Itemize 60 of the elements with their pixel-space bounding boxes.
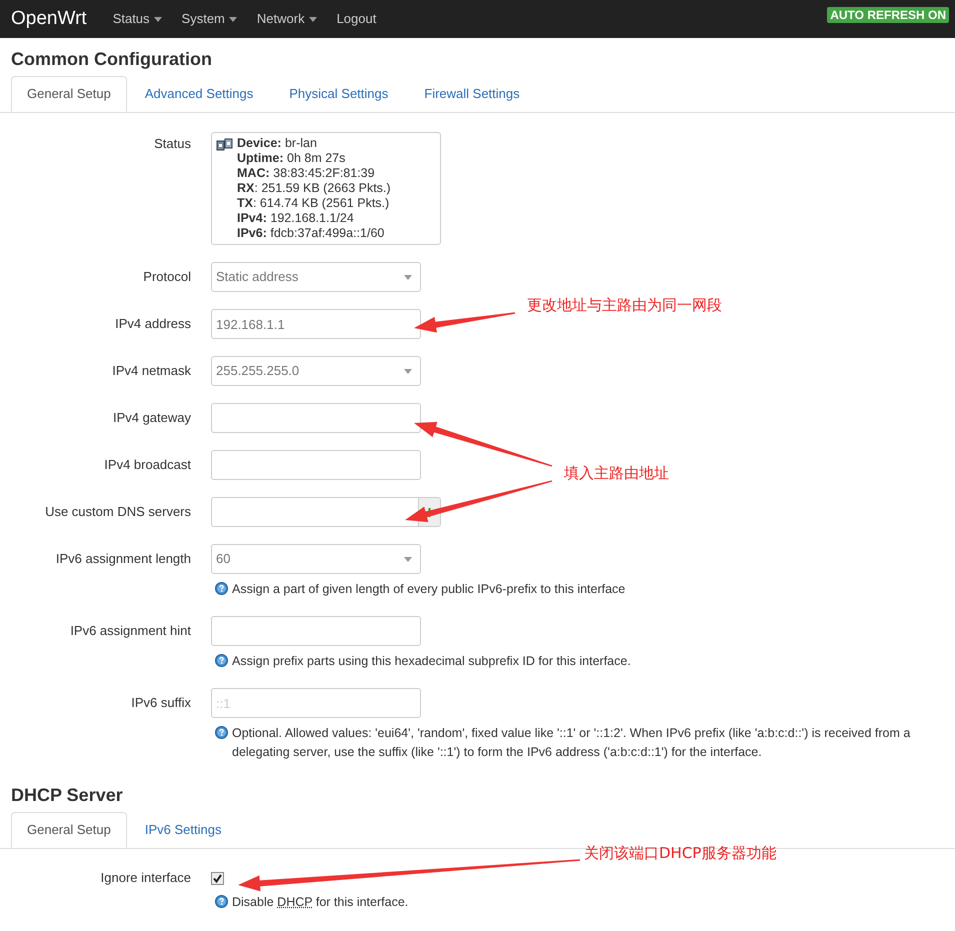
- section-title: Common Configuration: [10, 48, 213, 71]
- caret-icon: [154, 16, 162, 22]
- help-text: Disable DHCP for this interface.: [232, 894, 408, 911]
- field-label: Use custom DNS servers: [45, 503, 191, 521]
- help-text: Assign a part of given length of every public IPv6-prefix to this interface: [232, 581, 626, 598]
- status-line: RX: 251.59 KB (2663 Pkts.): [237, 181, 391, 196]
- nav-menu-item[interactable]: Logout: [326, 9, 386, 29]
- caret-icon: [308, 16, 317, 22]
- status-line: Device: br-lan: [237, 136, 318, 151]
- status-line: MAC: 38:83:45:2F:81:39: [237, 166, 376, 181]
- status-line: TX: 614.74 KB (2561 Pkts.): [237, 196, 390, 211]
- caret-icon: [404, 556, 412, 562]
- section-title: DHCP Server: [10, 784, 124, 807]
- input-field[interactable]: 192.168.1.1: [211, 309, 421, 339]
- field-label: IPv6 suffix: [131, 694, 191, 712]
- network-ports-icon: [216, 138, 234, 152]
- help-icon: [215, 654, 228, 667]
- auto-refresh-badge[interactable]: AUTO REFRESH ON: [827, 7, 949, 23]
- help-icon: [215, 582, 228, 595]
- brand-logo: OpenWrt: [11, 6, 87, 31]
- annotation-text: 填入主路由地址: [564, 463, 669, 484]
- help-icon: [215, 895, 228, 908]
- dropdown[interactable]: 255.255.255.0: [211, 356, 421, 386]
- tab[interactable]: IPv6 Settings: [126, 812, 240, 848]
- tab[interactable]: General Setup: [11, 76, 127, 112]
- field-label: IPv6 assignment length: [56, 550, 191, 568]
- nav-menu-item[interactable]: Network: [246, 9, 327, 29]
- tab[interactable]: Advanced Settings: [126, 76, 272, 112]
- status-line: Uptime: 0h 8m 27s: [237, 151, 346, 166]
- field-label: Status: [154, 135, 191, 153]
- caret-icon: [404, 274, 412, 280]
- input-field[interactable]: [211, 403, 421, 433]
- help-icon: [215, 726, 228, 739]
- input-field[interactable]: [211, 450, 421, 480]
- dropdown[interactable]: Static address: [211, 262, 421, 292]
- help-text: Optional. Allowed values: 'eui64', 'random', fixed value like '::1' or '::1:2'. When IPv6 prefix (like 'a:b:c:d::') is received from a delegating server, use the suffix (like '::1') to form the IPv6 address ('a:b:c:d::1') for the interface.: [232, 725, 912, 761]
- nav-menu-item[interactable]: System: [172, 9, 247, 29]
- tab[interactable]: Physical Settings: [271, 76, 406, 112]
- status-line: IPv4: 192.168.1.1/24: [237, 211, 355, 226]
- field-label: IPv4 gateway: [112, 409, 191, 427]
- field-label: IPv4 netmask: [112, 362, 191, 380]
- annotation-text: 关闭该端口DHCP服务器功能: [584, 843, 776, 864]
- field-label: Protocol: [143, 268, 191, 286]
- field-label: Ignore interface: [100, 869, 191, 887]
- tab[interactable]: General Setup: [11, 812, 127, 848]
- checkmark-icon: [213, 874, 222, 882]
- field-label: IPv6 assignment hint: [70, 622, 191, 640]
- caret-icon: [228, 16, 237, 22]
- status-line: IPv6: fdcb:37af:499a::1/60: [237, 226, 386, 241]
- field-label: IPv4 address: [115, 315, 191, 333]
- annotation-text: 更改地址与主路由为同一网段: [527, 295, 722, 316]
- dropdown[interactable]: 60: [211, 544, 421, 574]
- checkbox[interactable]: [211, 872, 224, 884]
- help-text: Assign prefix parts using this hexadecimal subprefix ID for this interface.: [232, 653, 631, 670]
- input-field[interactable]: [211, 497, 419, 527]
- field-label: IPv4 broadcast: [104, 456, 191, 474]
- nav-menu-item[interactable]: Status: [102, 9, 172, 29]
- tab[interactable]: Firewall Settings: [406, 76, 538, 112]
- input-field[interactable]: [211, 616, 421, 646]
- caret-icon: [404, 368, 412, 374]
